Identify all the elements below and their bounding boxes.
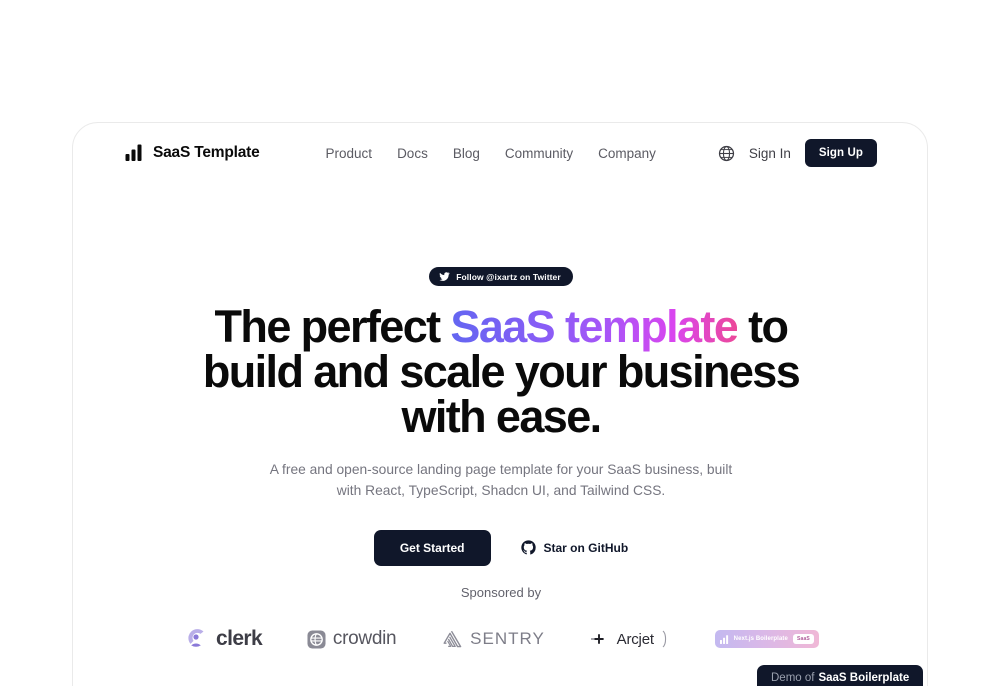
nav-link-blog[interactable]: Blog xyxy=(453,146,480,161)
nextjs-boilerplate-badge: SaaS xyxy=(792,634,814,644)
demo-banner-prefix: Demo of xyxy=(771,672,815,684)
hero-subheadline: A free and open-source landing page temp… xyxy=(269,462,733,499)
sponsors-section: Sponsored by clerk crowdin SENTRY Arcjet… xyxy=(73,585,927,652)
bar-chart-icon xyxy=(125,144,145,162)
globe-icon[interactable] xyxy=(718,145,735,162)
hero-cta-row: Get Started Star on GitHub xyxy=(373,529,629,566)
page-root: SaaS Template Product Docs Blog Communit… xyxy=(0,0,1000,686)
arcjet-bracket-icon xyxy=(661,629,670,649)
sign-up-button[interactable]: Sign Up xyxy=(804,139,877,167)
demo-banner[interactable]: Demo of SaaS Boilerplate xyxy=(757,665,924,686)
navbar-actions: Sign In Sign Up xyxy=(718,139,877,167)
demo-banner-name: SaaS Boilerplate xyxy=(818,672,910,684)
get-started-button[interactable]: Get Started xyxy=(373,529,491,566)
sponsor-logo-row: clerk crowdin SENTRY Arcjet Next.js Boil… xyxy=(73,626,927,652)
star-on-github-button[interactable]: Star on GitHub xyxy=(520,540,629,555)
crowdin-logo-icon xyxy=(307,629,326,649)
twitter-follow-badge[interactable]: Follow @ixartz on Twitter xyxy=(429,267,573,286)
sponsor-logo-clerk[interactable]: clerk xyxy=(183,626,263,652)
nextjs-boilerplate-icon xyxy=(719,634,729,644)
nav-link-community[interactable]: Community xyxy=(505,146,573,161)
brand-name: SaaS Template xyxy=(153,144,260,161)
headline-before: The perfect xyxy=(214,301,451,352)
headline-highlight: SaaS template xyxy=(450,301,738,352)
star-on-github-label: Star on GitHub xyxy=(543,540,629,555)
clerk-logo-icon xyxy=(183,626,209,652)
sentry-logo-icon xyxy=(441,629,463,649)
page-title: The perfect SaaS template to build and s… xyxy=(201,304,801,439)
navbar: SaaS Template Product Docs Blog Communit… xyxy=(73,123,927,183)
nav-link-company[interactable]: Company xyxy=(598,146,656,161)
brand-logo[interactable]: SaaS Template xyxy=(125,144,260,162)
twitter-badge-label: Follow @ixartz on Twitter xyxy=(456,271,561,282)
github-icon xyxy=(520,540,536,555)
nextjs-boilerplate-label: Next.js Boilerplate xyxy=(733,636,788,642)
landing-page-card: SaaS Template Product Docs Blog Communit… xyxy=(72,122,928,686)
sponsor-logo-arcjet[interactable]: Arcjet xyxy=(590,629,670,649)
twitter-bird-icon xyxy=(439,271,450,282)
nav-link-docs[interactable]: Docs xyxy=(397,146,428,161)
nav-link-product[interactable]: Product xyxy=(326,146,373,161)
sponsor-label-sentry: SENTRY xyxy=(470,629,545,648)
sponsor-label-arcjet: Arcjet xyxy=(616,630,654,648)
sponsor-logo-nextjs-boilerplate[interactable]: Next.js Boilerplate SaaS xyxy=(714,630,819,648)
nav-links: Product Docs Blog Community Company xyxy=(326,146,656,161)
sign-in-link[interactable]: Sign In xyxy=(749,146,791,161)
sponsor-logo-sentry[interactable]: SENTRY xyxy=(441,629,545,649)
sponsor-label-clerk: clerk xyxy=(216,627,263,650)
sponsor-label-crowdin: crowdin xyxy=(332,628,397,649)
arcjet-logo-icon xyxy=(590,631,610,647)
hero-section: Follow @ixartz on Twitter The perfect Sa… xyxy=(73,183,927,566)
sponsor-logo-crowdin[interactable]: crowdin xyxy=(307,628,397,650)
sponsored-by-label: Sponsored by xyxy=(460,585,542,600)
